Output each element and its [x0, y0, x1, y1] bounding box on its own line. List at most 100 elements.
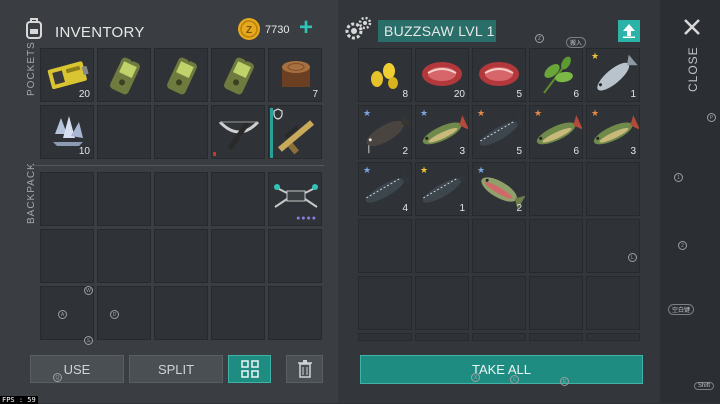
container-slot[interactable]: [529, 333, 583, 341]
item-count: 6: [573, 146, 579, 157]
backpack-slot[interactable]: [154, 229, 208, 283]
pocket-slot[interactable]: [154, 105, 208, 159]
backpack-label: BACKPACK: [26, 162, 37, 224]
item-count: 1: [459, 203, 465, 214]
backpack-slot[interactable]: [211, 172, 265, 226]
container-slot[interactable]: ★ 2: [472, 162, 526, 216]
meat-steak-icon: [477, 59, 521, 89]
section-divider: [30, 165, 324, 166]
close-label[interactable]: CLOSE: [686, 46, 700, 92]
close-panel: CLOSE P 1 2 空白键 Shift: [660, 0, 720, 403]
backpack-slot[interactable]: [97, 229, 151, 283]
container-slot[interactable]: ★ 4: [358, 162, 412, 216]
pocket-slot[interactable]: [154, 48, 208, 102]
pocket-slot[interactable]: [211, 48, 265, 102]
split-label: SPLIT: [157, 361, 195, 377]
pockets-label: POCKETS: [26, 41, 37, 96]
pocket-slot[interactable]: [211, 105, 265, 159]
upload-button[interactable]: [618, 20, 640, 42]
grid-icon: [240, 360, 259, 378]
container-slot[interactable]: [529, 276, 583, 330]
container-slot[interactable]: [358, 276, 412, 330]
container-slot[interactable]: ★ 1: [586, 48, 640, 102]
item-count: 5: [516, 89, 522, 100]
container-slot[interactable]: [358, 219, 412, 273]
corn-kernels-icon: [367, 59, 401, 89]
radio-device-icon: [108, 53, 142, 99]
container-slot[interactable]: 20: [415, 48, 469, 102]
container-slot[interactable]: 5: [472, 48, 526, 102]
take-all-button[interactable]: TAKE ALL: [360, 355, 643, 384]
backpack-slot[interactable]: ●●●●: [268, 172, 322, 226]
container-slot[interactable]: [529, 219, 583, 273]
pocket-slot[interactable]: 7: [268, 48, 322, 102]
pocket-slot[interactable]: [268, 105, 322, 159]
backpack-slot[interactable]: [268, 286, 322, 340]
container-slot[interactable]: [472, 333, 526, 341]
container-slot[interactable]: ★ 2: [358, 105, 412, 159]
pocket-slot[interactable]: [97, 48, 151, 102]
backpack-slot[interactable]: [40, 229, 94, 283]
container-slot[interactable]: ★ 3: [415, 105, 469, 159]
container-slot[interactable]: [358, 333, 412, 341]
container-slot[interactable]: ★ 3: [586, 105, 640, 159]
container-slot[interactable]: ★ 5: [472, 105, 526, 159]
backpack-icon: [25, 17, 43, 39]
backpack-slot[interactable]: [268, 229, 322, 283]
pocket-slot[interactable]: 20: [40, 48, 94, 102]
backpack-slot[interactable]: [97, 172, 151, 226]
durability-bar: [270, 108, 273, 158]
battery-pack-icon: [45, 59, 91, 89]
container-slot[interactable]: ★ 6: [529, 105, 583, 159]
wood-log-icon: [279, 59, 313, 91]
container-slot[interactable]: [586, 333, 640, 341]
container-slot[interactable]: [586, 219, 640, 273]
container-slot[interactable]: 6: [529, 48, 583, 102]
container-slot[interactable]: [415, 219, 469, 273]
key-hint-icon: S: [84, 336, 93, 345]
use-button[interactable]: USE: [30, 355, 124, 383]
container-slot[interactable]: [415, 276, 469, 330]
key-hint-icon: D: [110, 310, 119, 319]
backpack-slot[interactable]: [154, 172, 208, 226]
pocket-slot[interactable]: [97, 105, 151, 159]
trash-icon: [297, 360, 312, 378]
container-slot[interactable]: [472, 276, 526, 330]
inventory-panel: INVENTORY Z 7730 + POCKETS BACKPACK 20 7: [0, 0, 338, 404]
coin-count: 7730: [265, 24, 290, 36]
item-count: 5: [516, 146, 522, 157]
item-count: 2: [516, 203, 522, 214]
radio-device-icon: [222, 53, 256, 99]
backpack-slot[interactable]: [97, 286, 151, 340]
key-hint-icon: 2: [678, 241, 687, 250]
coin-icon: Z: [237, 17, 261, 41]
upgrade-dots: ●●●●: [296, 215, 317, 222]
add-coins-button[interactable]: +: [299, 14, 313, 42]
svg-text:Z: Z: [246, 25, 252, 36]
item-count: 20: [453, 89, 465, 100]
backpack-slot[interactable]: [40, 172, 94, 226]
backpack-slot[interactable]: [154, 286, 208, 340]
container-slot[interactable]: [472, 219, 526, 273]
backpack-slot[interactable]: [211, 229, 265, 283]
radio-device-icon: [165, 53, 199, 99]
hint-tag: 搬入: [566, 37, 587, 48]
close-icon[interactable]: [683, 18, 701, 36]
split-button[interactable]: SPLIT: [129, 355, 223, 383]
container-slot[interactable]: 8: [358, 48, 412, 102]
key-hint-icon: C: [510, 375, 519, 384]
container-slot[interactable]: [586, 162, 640, 216]
hint-tag: Shift: [694, 382, 715, 390]
rifle-icon: [273, 114, 319, 158]
container-slot[interactable]: [586, 276, 640, 330]
container-slot[interactable]: [529, 162, 583, 216]
container-slot[interactable]: [415, 333, 469, 341]
trash-button[interactable]: [286, 355, 323, 383]
container-slot[interactable]: ★ 1: [415, 162, 469, 216]
item-count: 20: [78, 89, 90, 100]
meat-steak-icon: [420, 59, 464, 89]
sort-grid-button[interactable]: [228, 355, 271, 383]
item-count: 3: [459, 146, 465, 157]
backpack-slot[interactable]: [211, 286, 265, 340]
pocket-slot[interactable]: 10: [40, 105, 94, 159]
